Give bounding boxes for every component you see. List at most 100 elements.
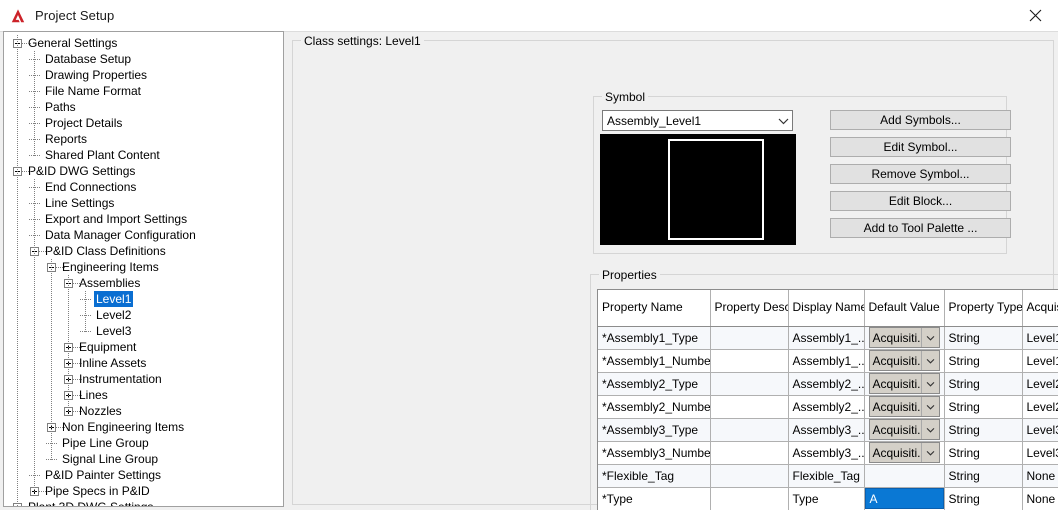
table-row[interactable]: *Assembly1_Type Assembly1_... Acquisiti...… [598,326,1058,350]
cell-property-description[interactable] [710,464,789,488]
cell-acquisition[interactable]: Level2.Type [1022,372,1058,396]
cell-default-value[interactable]: A [864,487,945,510]
cell-property-type[interactable]: String [944,326,1023,350]
cell-property-name[interactable]: *Assembly1_Type [598,326,711,350]
cell-property-description[interactable] [710,441,789,465]
cell-default-value[interactable]: Acquisiti... [864,395,945,419]
default-value-selected[interactable]: A [864,488,943,509]
cell-property-type[interactable]: String [944,464,1023,488]
chevron-down-icon[interactable] [920,351,939,370]
edit-block-button[interactable]: Edit Block... [830,191,1011,211]
chevron-down-icon[interactable] [920,374,939,393]
cell-default-value[interactable]: Acquisiti... [864,418,945,442]
cell-display-name[interactable]: Assembly3_... [788,441,865,465]
tree-item-p-id-dwg-settings[interactable]: P&ID DWG Settings [4,163,283,179]
tree-item-export-and-import-settings[interactable]: Export and Import Settings [4,211,283,227]
cell-acquisition[interactable]: Level3.Number [1022,441,1058,465]
cell-property-type[interactable]: String [944,372,1023,396]
cell-property-name[interactable]: *Assembly1_Number [598,349,711,373]
tree-item-non-engineering-items[interactable]: Non Engineering Items [4,419,283,435]
default-value-dropdown[interactable]: Acquisiti... [868,350,940,371]
remove-symbol-button[interactable]: Remove Symbol... [830,164,1011,184]
edit-symbol-button[interactable]: Edit Symbol... [830,137,1011,157]
cell-display-name[interactable]: Assembly1_... [788,326,865,350]
cell-acquisition[interactable]: Level1.Number [1022,349,1058,373]
cell-property-type[interactable]: String [944,395,1023,419]
table-row[interactable]: *Type Type A String None [598,487,1058,510]
cell-display-name[interactable]: Type [788,487,865,510]
tree-item-engineering-items[interactable]: Engineering Items [4,259,283,275]
tree-item-database-setup[interactable]: Database Setup [4,51,283,67]
tree-item-level3[interactable]: Level3 [4,323,283,339]
cell-property-description[interactable] [710,372,789,396]
tree-item-data-manager-configuration[interactable]: Data Manager Configuration [4,227,283,243]
cell-property-description[interactable] [710,418,789,442]
cell-default-value[interactable]: Acquisiti... [864,441,945,465]
cell-default-value[interactable] [864,464,945,488]
cell-property-name[interactable]: *Assembly3_Number [598,441,711,465]
default-value-dropdown[interactable]: Acquisiti... [868,396,940,417]
column-header-property-description[interactable]: Property Description [710,290,789,327]
tree-item-reports[interactable]: Reports [4,131,283,147]
tree-item-plant-3d-dwg-settings[interactable]: Plant 3D DWG Settings [4,499,283,506]
cell-property-name[interactable]: *Flexible_Tag [598,464,711,488]
tree-item-end-connections[interactable]: End Connections [4,179,283,195]
tree-item-file-name-format[interactable]: File Name Format [4,83,283,99]
cell-property-type[interactable]: String [944,487,1023,510]
table-row[interactable]: *Assembly3_Number Assembly3_... Acquisiti.… [598,441,1058,465]
tree-item-equipment[interactable]: Equipment [4,339,283,355]
column-header-property-type[interactable]: Property Type [944,290,1023,327]
column-header-display-name[interactable]: Display Name [788,290,865,327]
cell-acquisition[interactable]: Level2.Number [1022,395,1058,419]
chevron-down-icon[interactable] [920,328,939,347]
chevron-down-icon[interactable] [920,420,939,439]
tree-item-inline-assets[interactable]: Inline Assets [4,355,283,371]
cell-property-name[interactable]: *Type [598,487,711,510]
tree-item-drawing-properties[interactable]: Drawing Properties [4,67,283,83]
cell-property-type[interactable]: String [944,418,1023,442]
column-header-property-name[interactable]: Property Name [598,290,711,327]
cell-acquisition[interactable]: None [1022,487,1058,510]
table-row[interactable]: *Assembly2_Number Assembly2_... Acquisiti.… [598,395,1058,419]
tree-item-paths[interactable]: Paths [4,99,283,115]
table-row[interactable]: *Assembly2_Type Assembly2_... Acquisiti...… [598,372,1058,396]
tree-item-line-settings[interactable]: Line Settings [4,195,283,211]
table-row[interactable]: *Flexible_Tag Flexible_Tag String None [598,464,1058,488]
default-value-dropdown[interactable]: Acquisiti... [868,442,940,463]
cell-default-value[interactable]: Acquisiti... [864,349,945,373]
cell-display-name[interactable]: Assembly3_... [788,418,865,442]
chevron-down-icon[interactable] [920,397,939,416]
chevron-down-icon[interactable] [920,443,939,462]
cell-property-name[interactable]: *Assembly3_Type [598,418,711,442]
settings-tree[interactable]: General Settings Database Setup Drawing Pr… [3,31,284,507]
default-value-dropdown[interactable]: Acquisiti... [868,419,940,440]
add-to-tool-palette-button[interactable]: Add to Tool Palette ... [830,218,1011,238]
tree-item-instrumentation[interactable]: Instrumentation [4,371,283,387]
tree-item-p-id-painter-settings[interactable]: P&ID Painter Settings [4,467,283,483]
cell-property-description[interactable] [710,395,789,419]
column-header-default-value[interactable]: Default Value [864,290,945,327]
cell-property-description[interactable] [710,326,789,350]
close-icon[interactable] [1012,0,1058,31]
tree-item-assemblies[interactable]: Assemblies [4,275,283,291]
tree-item-nozzles[interactable]: Nozzles [4,403,283,419]
cell-acquisition[interactable]: Level1.Type [1022,326,1058,350]
cell-property-name[interactable]: *Assembly2_Type [598,372,711,396]
cell-acquisition[interactable]: None [1022,464,1058,488]
add-symbols-button[interactable]: Add Symbols... [830,110,1011,130]
cell-property-description[interactable] [710,487,789,510]
table-row[interactable]: *Assembly3_Type Assembly3_... Acquisiti...… [598,418,1058,442]
cell-property-type[interactable]: String [944,349,1023,373]
cell-property-description[interactable] [710,349,789,373]
cell-display-name[interactable]: Assembly2_... [788,395,865,419]
cell-default-value[interactable]: Acquisiti... [864,326,945,350]
cell-default-value[interactable]: Acquisiti... [864,372,945,396]
cell-display-name[interactable]: Assembly1_... [788,349,865,373]
default-value-dropdown[interactable]: Acquisiti... [868,327,940,348]
cell-property-name[interactable]: *Assembly2_Number [598,395,711,419]
tree-item-level1[interactable]: Level1 [4,291,283,307]
cell-display-name[interactable]: Assembly2_... [788,372,865,396]
symbol-select[interactable]: Assembly_Level1 [602,110,793,131]
tree-item-level2[interactable]: Level2 [4,307,283,323]
table-row[interactable]: *Assembly1_Number Assembly1_... Acquisiti.… [598,349,1058,373]
